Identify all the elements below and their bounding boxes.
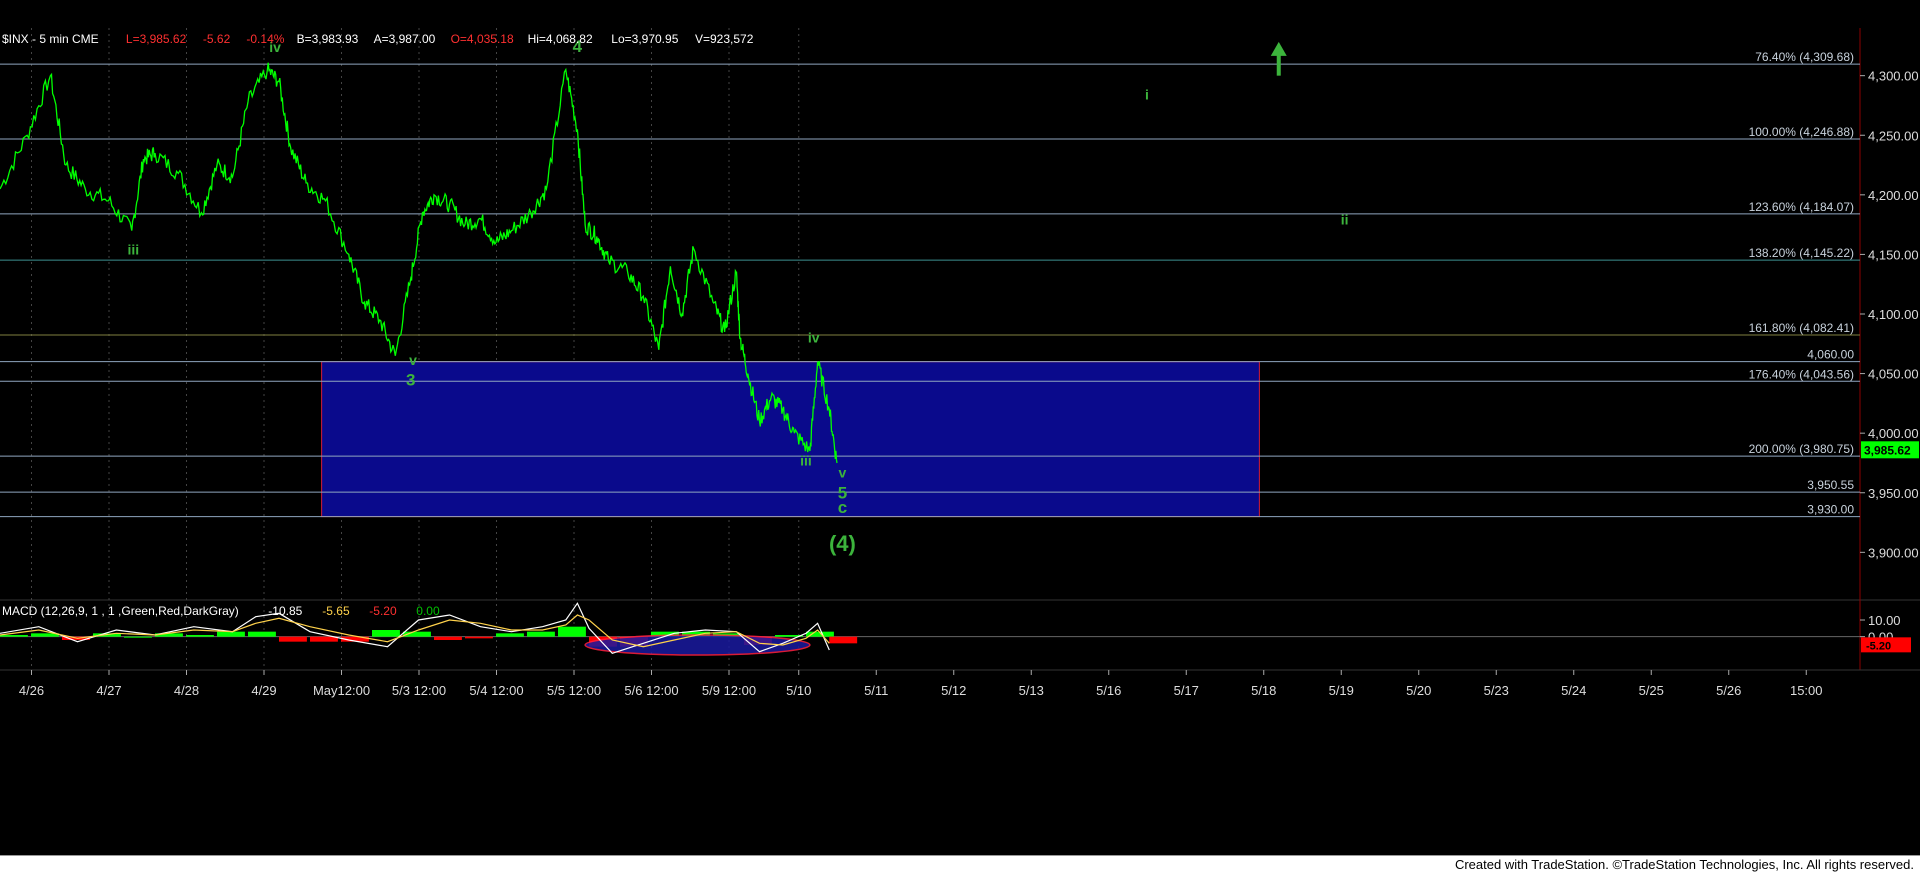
- wave-label: i: [1145, 87, 1149, 103]
- header-field: B=3,983.93: [297, 32, 359, 46]
- x-tick-label: 5/17: [1174, 683, 1199, 698]
- x-tick-label: 5/18: [1251, 683, 1276, 698]
- y-tick-label: 4,100.00: [1868, 307, 1919, 322]
- x-tick-label: 4/29: [251, 683, 276, 698]
- x-tick-label: 5/26: [1716, 683, 1741, 698]
- macd-header-value: -10.85: [268, 604, 302, 618]
- y-tick-label: 4,050.00: [1868, 367, 1919, 382]
- macd-histogram-bar: [527, 631, 555, 637]
- y-tick-label: 4,150.00: [1868, 247, 1919, 262]
- x-tick-label: 5/9 12:00: [702, 683, 756, 698]
- fib-label: 3,950.55: [1807, 478, 1854, 492]
- wave-label: v: [839, 464, 847, 480]
- header-field: L=3,985.62: [126, 32, 187, 46]
- macd-histogram-bar: [465, 636, 493, 639]
- x-tick-label: 5/5 12:00: [547, 683, 601, 698]
- macd-last-value: -5.20: [1866, 640, 1891, 652]
- fib-label: 76.40% (4,309.68): [1755, 50, 1854, 64]
- x-tick-label: 4/26: [19, 683, 44, 698]
- footer-credit: Created with TradeStation. ©TradeStation…: [1454, 857, 1914, 872]
- x-tick-label: 5/16: [1096, 683, 1121, 698]
- fib-label: 200.00% (3,980.75): [1749, 442, 1854, 456]
- y-tick-label: 3,950.00: [1868, 486, 1919, 501]
- x-tick-label: 5/24: [1561, 683, 1586, 698]
- macd-histogram-bar: [829, 636, 858, 644]
- up-arrow-head: [1270, 41, 1287, 56]
- x-tick-label: 4/27: [96, 683, 121, 698]
- header-field: -0.14%: [246, 32, 284, 46]
- macd-histogram-bar: [279, 636, 307, 642]
- macd-header-value: -5.20: [369, 604, 397, 618]
- x-tick-label: 5/10: [786, 683, 811, 698]
- macd-panel: MACD (12,26,9, 1 , 1 ,Green,Red,DarkGray…: [0, 602, 1911, 656]
- x-tick-label: 5/11: [864, 683, 888, 698]
- wave-label: c: [838, 498, 847, 517]
- header-field: O=4,035.18: [451, 32, 514, 46]
- macd-histogram-bar: [372, 630, 400, 637]
- macd-histogram-bar: [124, 636, 152, 638]
- chart-header: $INX - 5 min CME L=3,985.62 -5.62 -0.14% B=3…: [2, 32, 754, 46]
- macd-histogram-bar: [310, 636, 338, 642]
- y-tick-label: 4,250.00: [1868, 128, 1919, 143]
- macd-histogram-bar: [0, 635, 28, 637]
- x-tick-label: 5/13: [1019, 683, 1044, 698]
- y-tick-label: 4,000.00: [1868, 426, 1919, 441]
- macd-header-value: 0.00: [416, 604, 440, 618]
- header-field: V=923,572: [695, 32, 754, 46]
- wave-label: iii: [127, 241, 139, 257]
- fib-label: 176.40% (4,043.56): [1749, 367, 1854, 381]
- y-tick-label: 3,900.00: [1868, 545, 1919, 560]
- x-tick-label: 15:00: [1790, 683, 1823, 698]
- y-tick-label: 4,300.00: [1868, 69, 1919, 84]
- macd-title: MACD (12,26,9, 1 , 1 ,Green,Red,DarkGray…: [2, 604, 239, 618]
- header-field: Lo=3,970.95: [611, 32, 678, 46]
- wave-label: v: [409, 352, 417, 368]
- wave-label: iii: [800, 452, 812, 468]
- macd-histogram-bar: [248, 631, 276, 637]
- last-price-value: 3,985.62: [1864, 443, 1911, 457]
- y-tick-label: 4,200.00: [1868, 188, 1919, 203]
- x-tick-label: 4/28: [174, 683, 199, 698]
- fib-label: 3,930.00: [1807, 503, 1854, 517]
- macd-histogram-bar: [217, 631, 245, 637]
- macd-y-tick-label: 10.00: [1868, 613, 1901, 628]
- footer: Created with TradeStation. ©TradeStation…: [0, 855, 1920, 874]
- wave-label: ii: [1341, 212, 1349, 228]
- x-tick-label: 5/6 12:00: [624, 683, 678, 698]
- header-field: -5.62: [203, 32, 231, 46]
- fib-label: 161.80% (4,082.41): [1749, 321, 1854, 335]
- macd-histogram-bar: [558, 626, 586, 637]
- x-tick-label: 5/19: [1329, 683, 1354, 698]
- macd-histogram-bar: [186, 635, 214, 637]
- fib-label: 100.00% (4,246.88): [1749, 125, 1854, 139]
- header-field: $INX - 5 min CME: [2, 32, 99, 46]
- x-tick-label: 5/20: [1406, 683, 1431, 698]
- wave-label: (4): [829, 531, 856, 556]
- x-tick-label: May12:00: [313, 683, 370, 698]
- header-field: Hi=4,068.82: [528, 32, 593, 46]
- macd-histogram-bar: [434, 636, 462, 640]
- price-chart: 76.40% (4,309.68) 100.00% (4,246.88) 123.6…: [0, 28, 1920, 698]
- header-field: A=3,987.00: [374, 32, 436, 46]
- macd-header-value: -5.65: [322, 604, 350, 618]
- target-zone-box: [321, 361, 1260, 518]
- wave-label: 3: [406, 371, 415, 390]
- x-tick-label: 5/25: [1639, 683, 1664, 698]
- x-tick-label: 5/3 12:00: [392, 683, 446, 698]
- fib-label: 123.60% (4,184.07): [1749, 200, 1854, 214]
- fib-label: 138.20% (4,145.22): [1749, 246, 1854, 260]
- x-tick-label: 5/4 12:00: [469, 683, 523, 698]
- fib-label: 4,060.00: [1807, 348, 1854, 362]
- wave-label: iv: [808, 330, 820, 346]
- macd-histogram-bar: [496, 633, 524, 637]
- x-tick-label: 5/12: [941, 683, 966, 698]
- x-tick-label: 5/23: [1484, 683, 1509, 698]
